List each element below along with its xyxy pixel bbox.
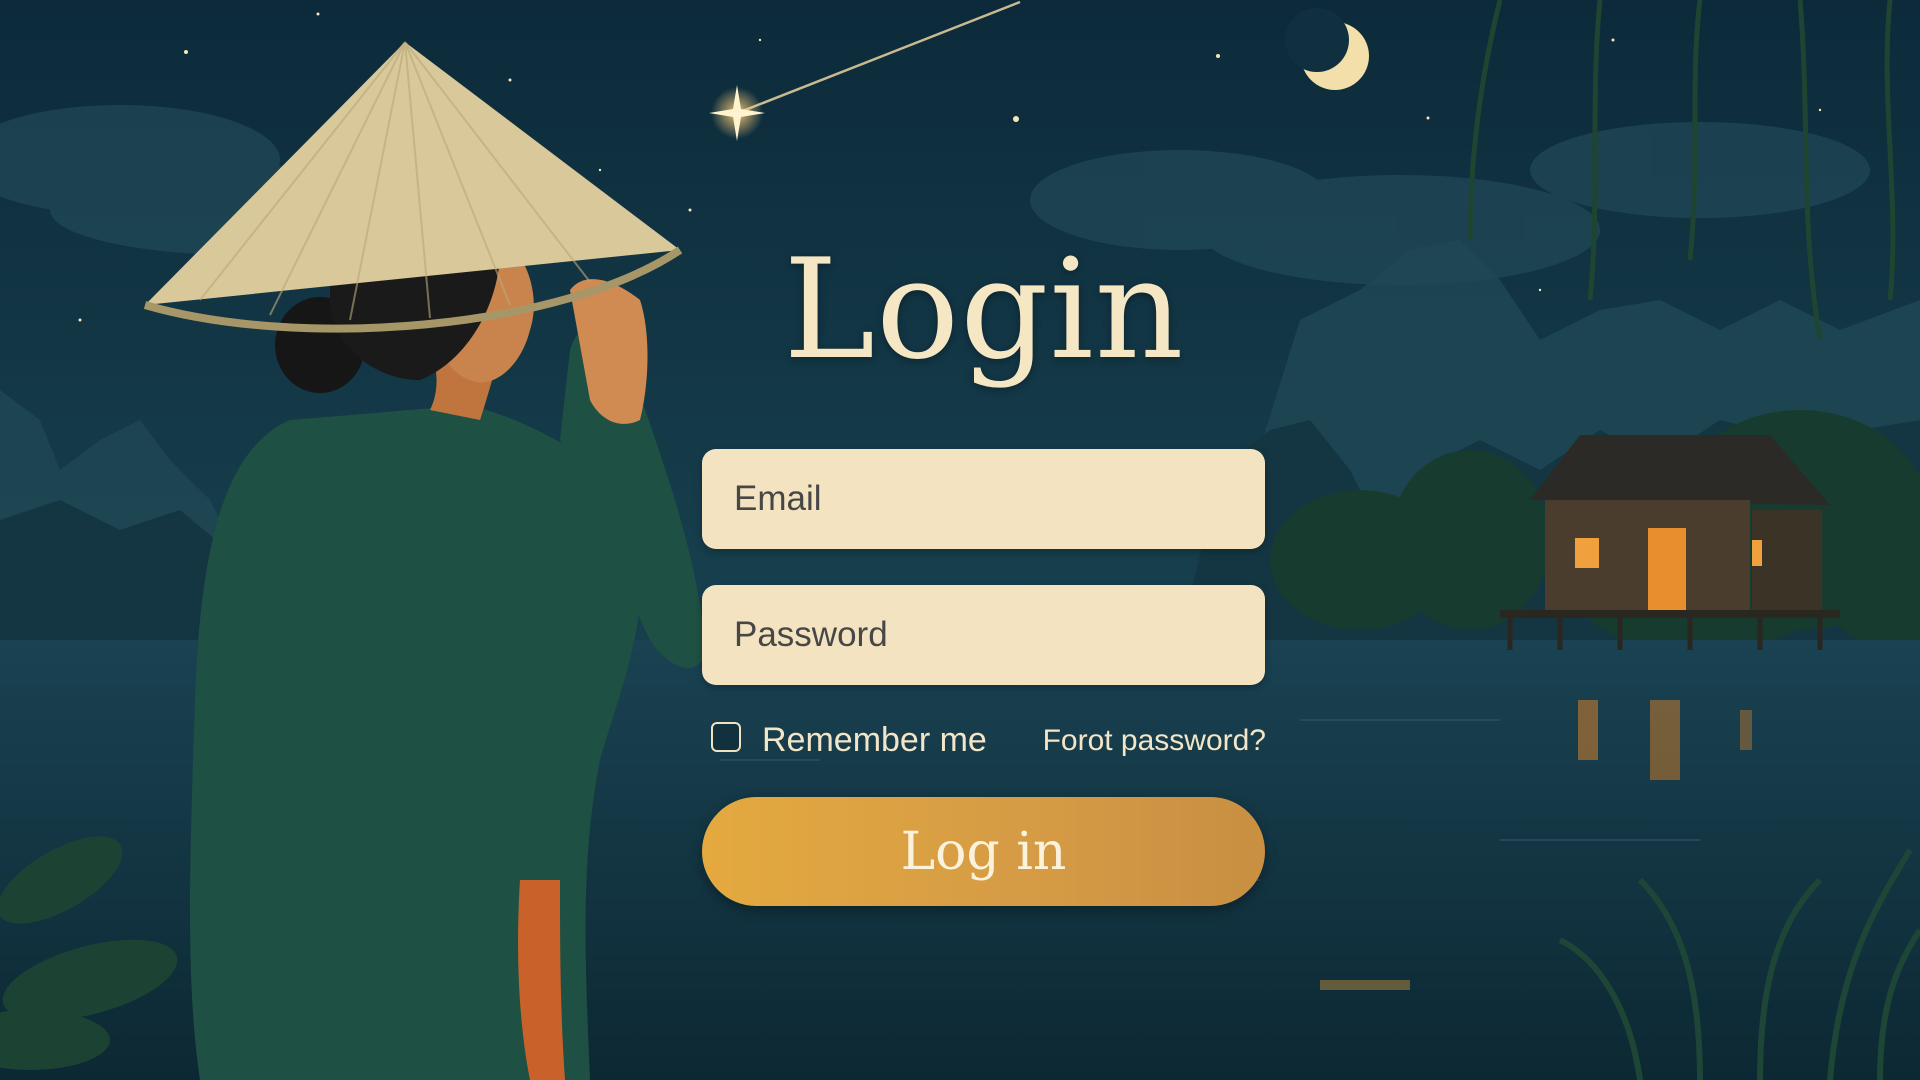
remember-me-label[interactable]: Remember me (762, 719, 987, 761)
login-button[interactable]: Log in (702, 797, 1265, 906)
remember-me-checkbox[interactable] (711, 722, 741, 752)
login-title: Login (783, 229, 1185, 390)
forgot-password-link[interactable]: Forot password? (1043, 721, 1266, 761)
email-input[interactable] (702, 449, 1265, 549)
password-input[interactable] (702, 585, 1265, 685)
remember-row: Remember me Forot password? (711, 719, 1266, 763)
